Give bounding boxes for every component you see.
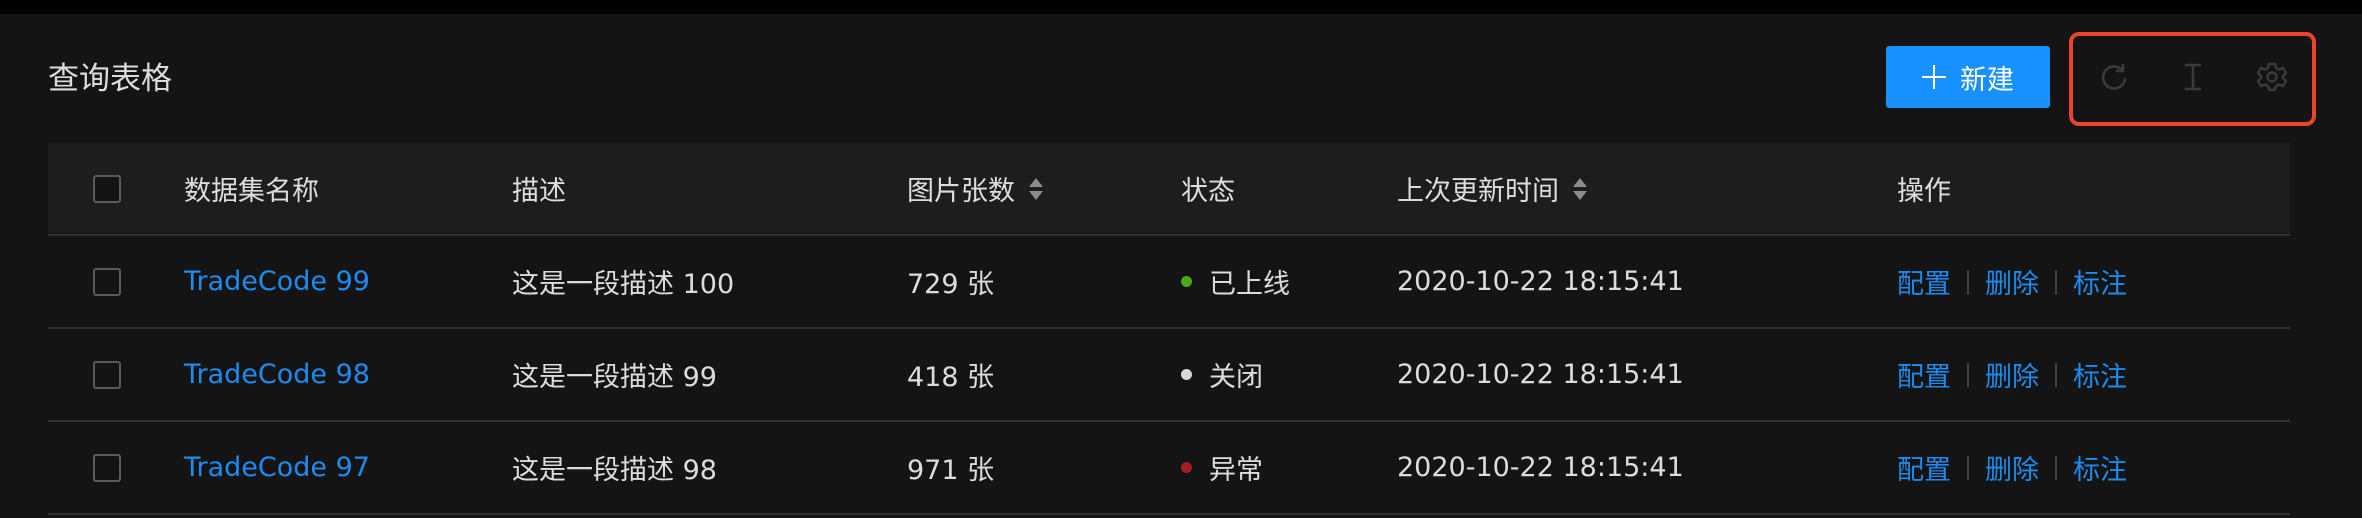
updated-time-cell: 2020-10-22 18:15:41 — [1397, 266, 1684, 297]
status-dot-icon — [1181, 276, 1192, 287]
row-actions: 配置 删除 标注 — [1897, 236, 2127, 327]
annotate-link[interactable]: 标注 — [2073, 262, 2127, 301]
table-row: TradeCode 97 这是一段描述 98 971 张 异常 2020-10-… — [48, 422, 2290, 515]
status-label: 异常 — [1209, 455, 1263, 486]
new-button-label: 新建 — [1960, 64, 2014, 96]
description-cell: 这是一段描述 100 — [512, 269, 735, 300]
dataset-name-link[interactable]: TradeCode 98 — [184, 329, 370, 420]
page-title: 查询表格 — [48, 61, 172, 97]
annotate-link[interactable]: 标注 — [2073, 448, 2127, 487]
image-count-cell: 418 张 — [907, 362, 995, 393]
column-header-updated-label: 上次更新时间 — [1397, 176, 1559, 207]
column-header-status: 状态 — [1181, 176, 1235, 207]
updated-time-cell: 2020-10-22 18:15:41 — [1397, 359, 1684, 390]
delete-link[interactable]: 删除 — [1985, 448, 2039, 487]
table-row: TradeCode 98 这是一段描述 99 418 张 关闭 2020-10-… — [48, 329, 2290, 422]
row-checkbox[interactable] — [93, 453, 121, 482]
image-count-cell: 729 张 — [907, 269, 995, 300]
action-divider — [2055, 455, 2057, 480]
action-divider — [1967, 269, 1969, 294]
status-label: 已上线 — [1209, 269, 1290, 300]
configure-link[interactable]: 配置 — [1897, 355, 1951, 394]
column-header-ops: 操作 — [1897, 176, 1951, 207]
row-checkbox[interactable] — [93, 267, 121, 296]
select-all-checkbox[interactable] — [93, 174, 121, 203]
status-label: 关闭 — [1209, 362, 1263, 393]
status-dot-icon — [1181, 462, 1192, 473]
configure-link[interactable]: 配置 — [1897, 448, 1951, 487]
column-header-count-label: 图片张数 — [907, 176, 1015, 207]
column-header-updated[interactable]: 上次更新时间 — [1397, 143, 1587, 234]
column-height-icon[interactable] — [2175, 59, 2211, 95]
row-checkbox[interactable] — [93, 360, 121, 389]
status-badge: 关闭 — [1181, 329, 1263, 420]
description-cell: 这是一段描述 99 — [512, 362, 717, 393]
image-count-cell: 971 张 — [907, 455, 995, 486]
reload-icon[interactable] — [2096, 59, 2132, 95]
dataset-name-link[interactable]: TradeCode 97 — [184, 422, 370, 513]
column-header-desc: 描述 — [512, 176, 566, 207]
status-badge: 异常 — [1181, 422, 1263, 513]
dataset-name-link[interactable]: TradeCode 99 — [184, 236, 370, 327]
plus-icon — [1922, 65, 1946, 89]
configure-link[interactable]: 配置 — [1897, 262, 1951, 301]
row-actions: 配置 删除 标注 — [1897, 422, 2127, 513]
setting-icon[interactable] — [2254, 59, 2290, 95]
status-badge: 已上线 — [1181, 236, 1290, 327]
new-button[interactable]: 新建 — [1886, 46, 2050, 108]
column-header-count[interactable]: 图片张数 — [907, 143, 1043, 234]
description-cell: 这是一段描述 98 — [512, 455, 717, 486]
column-header-name: 数据集名称 — [184, 176, 319, 207]
delete-link[interactable]: 删除 — [1985, 355, 2039, 394]
table-header-row: 数据集名称 描述 图片张数 状态 上次更新时间 操作 — [48, 143, 2290, 236]
action-divider — [1967, 362, 1969, 387]
annotate-link[interactable]: 标注 — [2073, 355, 2127, 394]
sort-icon[interactable] — [1029, 177, 1043, 200]
sort-icon[interactable] — [1573, 177, 1587, 200]
table-row: TradeCode 99 这是一段描述 100 729 张 已上线 2020-1… — [48, 236, 2290, 329]
row-actions: 配置 删除 标注 — [1897, 329, 2127, 420]
delete-link[interactable]: 删除 — [1985, 262, 2039, 301]
action-divider — [1967, 455, 1969, 480]
data-table: 数据集名称 描述 图片张数 状态 上次更新时间 操作 TradeCode 99 … — [48, 143, 2290, 515]
updated-time-cell: 2020-10-22 18:15:41 — [1397, 452, 1684, 483]
status-dot-icon — [1181, 369, 1192, 380]
action-divider — [2055, 269, 2057, 294]
action-divider — [2055, 362, 2057, 387]
